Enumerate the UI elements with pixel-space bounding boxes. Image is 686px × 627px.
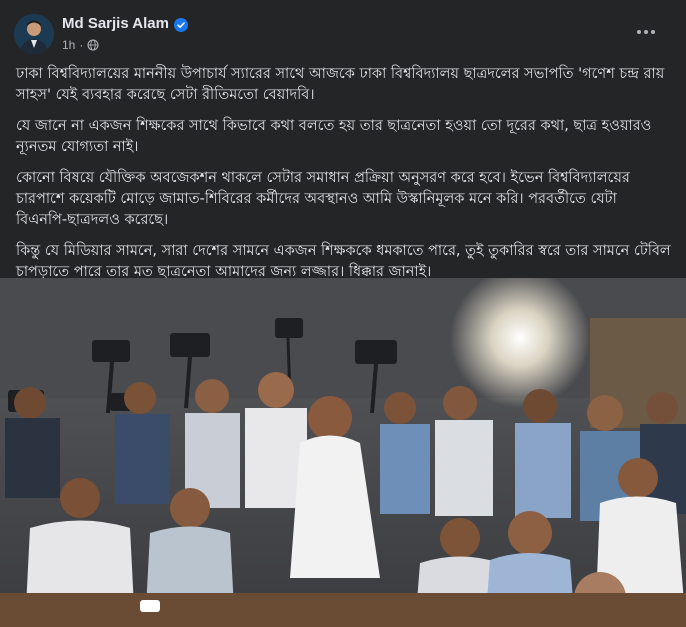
- more-options-icon[interactable]: [634, 22, 658, 42]
- author-name[interactable]: Md Sarjis Alam: [62, 15, 169, 32]
- verified-badge-icon: [173, 17, 188, 32]
- meta-separator: ·: [79, 38, 84, 52]
- post-paragraph-4: কিন্তু যে মিডিয়ার সামনে, সারা দেশের সাম…: [16, 243, 671, 280]
- post-photo[interactable]: [0, 278, 686, 627]
- post-paragraph-2: যে জানে না একজন শিক্ষকের সাথে কিভাবে কথা…: [16, 118, 652, 155]
- post-header: Md Sarjis Alam 1h ·: [0, 0, 686, 66]
- post-card: Md Sarjis Alam 1h · ঢাকা বিশ্ববিদ্যালয়ে…: [0, 0, 686, 627]
- author-avatar[interactable]: [14, 14, 54, 54]
- globe-icon[interactable]: [87, 39, 99, 51]
- post-meta: 1h ·: [62, 38, 99, 52]
- post-paragraph-3: কোনো বিষয়ে যৌক্তিক অবজেকশন থাকলে সেটার …: [16, 170, 630, 228]
- post-body: ঢাকা বিশ্ববিদ্যালয়ের মাননীয় উপাচার্য স…: [16, 64, 672, 293]
- post-paragraph-1: ঢাকা বিশ্ববিদ্যালয়ের মাননীয় উপাচার্য স…: [16, 66, 665, 103]
- post-timestamp[interactable]: 1h: [62, 38, 75, 52]
- author-row: Md Sarjis Alam: [62, 15, 188, 32]
